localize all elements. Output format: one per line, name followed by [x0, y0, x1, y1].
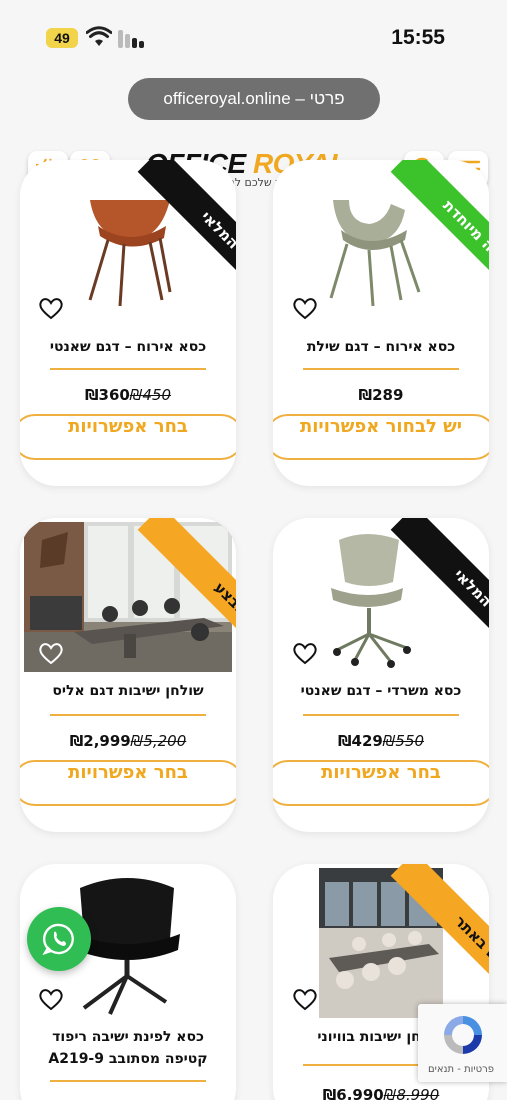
product-price: ₪2,999₪5,200 — [69, 732, 187, 750]
signal-icon — [118, 30, 146, 48]
product-title[interactable]: כסא לפינת ישיבה ריפוד קטיפה מסתובב A219-… — [32, 1026, 224, 1070]
heart-icon[interactable] — [37, 295, 65, 321]
divider — [303, 714, 459, 716]
whatsapp-icon — [42, 923, 74, 956]
heart-icon[interactable] — [37, 986, 65, 1012]
product-card[interactable]: אזל המלאי כסא משרדי – דגם שאנטי ₪429₪550… — [273, 518, 489, 832]
battery-icon: 49 — [46, 28, 78, 48]
divider — [50, 368, 206, 370]
select-options-button[interactable]: בחר אפשרויות — [273, 760, 489, 806]
product-card[interactable]: אזל המלאי כסא אירוח – דגם שאנטי ₪360₪450… — [20, 160, 236, 486]
select-options-button[interactable]: בחר אפשרויות — [20, 760, 236, 806]
product-price: ₪429₪550 — [337, 732, 425, 750]
select-options-button[interactable]: בחר אפשרויות — [20, 414, 236, 460]
heart-icon[interactable] — [291, 640, 319, 666]
url-bar[interactable]: officeroyal.online – פרטי — [128, 78, 380, 120]
divider — [50, 714, 206, 716]
old-price: ₪5,200 — [130, 732, 187, 750]
product-price: ₪6,990₪8,990 — [273, 1086, 489, 1100]
whatsapp-button[interactable] — [27, 907, 91, 971]
product-price: ₪289 — [358, 386, 404, 404]
product-title[interactable]: כסא משרדי – דגם שאנטי — [281, 680, 481, 702]
product-price: ₪360₪450 — [84, 386, 172, 404]
heart-icon[interactable] — [291, 295, 319, 321]
product-card[interactable]: בהזמנה מיוחדת כסא אירוח – דגם שילת ₪289 … — [273, 160, 489, 486]
status-bar: 49 15:55 — [0, 0, 507, 72]
select-options-button[interactable]: יש לבחור אפשרויות — [273, 414, 489, 460]
divider — [303, 368, 459, 370]
divider — [50, 1080, 206, 1082]
old-price: ₪8,990 — [383, 1086, 440, 1100]
clock: 15:55 — [391, 26, 445, 49]
product-title[interactable]: שולחן ישיבות דגם אליס — [28, 680, 228, 702]
product-title[interactable]: כסא אירוח – דגם שילת — [281, 336, 481, 358]
product-card[interactable]: כסא לפינת ישיבה ריפוד קטיפה מסתובב A219-… — [20, 864, 236, 1100]
recaptcha-badge[interactable]: פרטיות - תנאים — [418, 1004, 507, 1082]
battery-level: 49 — [54, 30, 70, 46]
recaptcha-icon — [444, 1016, 482, 1054]
heart-icon[interactable] — [291, 986, 319, 1012]
old-price: ₪550 — [382, 732, 425, 750]
product-title[interactable]: כסא אירוח – דגם שאנטי — [28, 336, 228, 358]
heart-icon[interactable] — [37, 640, 65, 666]
recaptcha-terms[interactable]: פרטיות - תנאים — [428, 1064, 494, 1075]
old-price: ₪450 — [129, 386, 172, 404]
product-card[interactable]: מבצע שולחן ישיבות דגם אליס ₪2,999₪5,200 … — [20, 518, 236, 832]
wifi-icon — [86, 26, 112, 46]
